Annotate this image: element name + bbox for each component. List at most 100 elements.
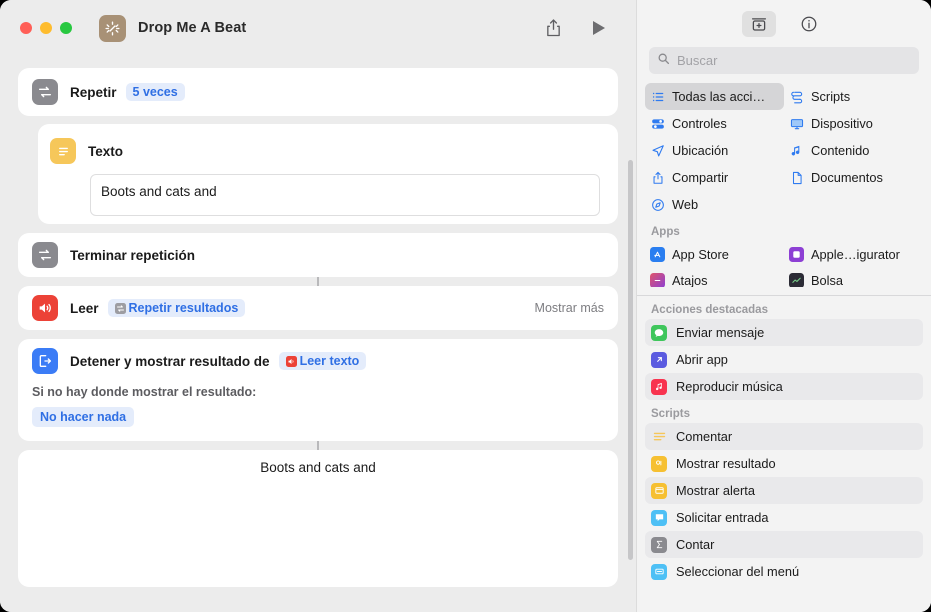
titlebar: Drop Me A Beat xyxy=(0,0,636,56)
action-library-pane: Buscar Todas las acci… Scripts Controles… xyxy=(636,0,931,612)
category-label: Scripts xyxy=(811,89,851,104)
stop-token-label: Leer texto xyxy=(299,354,360,368)
output-preview: Boots and cats and xyxy=(18,450,618,587)
text-input-field[interactable]: Boots and cats and xyxy=(90,174,600,216)
library-item-solicitar-entrada[interactable]: Solicitar entrada xyxy=(645,504,923,531)
app-label: Bolsa xyxy=(811,272,844,288)
library-item-reproducir-musica[interactable]: Reproducir música xyxy=(645,373,923,400)
titlebar-actions xyxy=(545,18,618,38)
display-icon xyxy=(789,116,804,131)
category-label: Todas las acci… xyxy=(672,89,766,104)
repeat-token-icon xyxy=(114,302,126,314)
scripts-icon xyxy=(789,89,804,104)
library-item-comentar[interactable]: Comentar xyxy=(645,423,923,450)
action-end-repeat[interactable]: Terminar repetición xyxy=(18,233,618,277)
app-item-apple-configurator[interactable]: Apple…igurator xyxy=(784,241,923,267)
category-item-documents[interactable]: Documentos xyxy=(784,164,923,191)
minimize-button[interactable] xyxy=(40,22,52,34)
speak-input-token[interactable]: Repetir resultados xyxy=(107,299,246,317)
choose-menu-icon xyxy=(651,563,667,580)
search-container: Buscar xyxy=(637,47,931,74)
editor-pane: Drop Me A Beat Repetir 5 veces Texto Boo… xyxy=(0,0,636,612)
zoom-button[interactable] xyxy=(60,22,72,34)
app-item-app-store[interactable]: App Store xyxy=(645,241,784,267)
apps-list: App Store Apple…igurator Atajos Bolsa xyxy=(637,241,931,287)
library-item-enviar-mensaje[interactable]: Enviar mensaje xyxy=(645,319,923,346)
library-item-label: Mostrar alerta xyxy=(676,483,755,498)
search-icon xyxy=(657,52,670,70)
category-item-share[interactable]: Compartir xyxy=(645,164,784,191)
app-label: Apple…igurator xyxy=(811,246,900,262)
category-item-web[interactable]: Web xyxy=(645,191,784,218)
workflow-actions: Repetir 5 veces Texto Boots and cats and… xyxy=(18,68,618,612)
library-item-mostrar-alerta[interactable]: Mostrar alerta xyxy=(645,477,923,504)
info-circle-icon[interactable] xyxy=(792,11,826,37)
speaker-token-icon xyxy=(285,355,297,367)
editor-scrollbar[interactable] xyxy=(628,160,633,560)
apple-configurator-icon xyxy=(789,246,804,262)
action-stop-label: Detener y mostrar resultado de xyxy=(70,353,270,369)
play-icon[interactable] xyxy=(592,20,606,36)
library-lower-panel: Acciones destacadas Enviar mensaje Abrir… xyxy=(637,295,931,612)
category-label: Controles xyxy=(672,116,727,131)
action-end-repeat-label: Terminar repetición xyxy=(70,247,196,263)
library-toolbar xyxy=(637,0,931,47)
category-item-scripts[interactable]: Scripts xyxy=(784,83,923,110)
category-item-all[interactable]: Todas las acci… xyxy=(645,83,784,110)
library-item-label: Solicitar entrada xyxy=(676,510,769,525)
library-item-contar[interactable]: Contar xyxy=(645,531,923,558)
speaker-icon xyxy=(32,295,58,321)
category-item-device[interactable]: Dispositivo xyxy=(784,110,923,137)
category-label: Compartir xyxy=(672,170,729,185)
library-item-label: Contar xyxy=(676,537,715,552)
action-stop-and-output[interactable]: Detener y mostrar resultado de Leer text… xyxy=(18,339,618,441)
shortcuts-window: Drop Me A Beat Repetir 5 veces Texto Boo… xyxy=(0,0,931,612)
search-input[interactable]: Buscar xyxy=(649,47,919,74)
search-placeholder: Buscar xyxy=(677,53,718,68)
app-item-atajos[interactable]: Atajos xyxy=(645,267,784,287)
library-item-label: Comentar xyxy=(676,429,733,444)
scripts-section-label: Scripts xyxy=(651,408,690,420)
category-item-controls[interactable]: Controles xyxy=(645,110,784,137)
stop-fallback-value[interactable]: No hacer nada xyxy=(32,407,135,427)
music-icon xyxy=(651,378,667,395)
actions-library-icon[interactable] xyxy=(742,10,776,37)
show-more-button[interactable]: Mostrar más xyxy=(535,301,604,315)
library-item-abrir-app[interactable]: Abrir app xyxy=(645,346,923,373)
messages-icon xyxy=(651,324,667,341)
output-preview-text: Boots and cats and xyxy=(260,460,376,475)
comment-icon xyxy=(651,429,667,445)
category-label: Documentos xyxy=(811,170,883,185)
action-repeat-label: Repetir xyxy=(70,84,117,100)
music-note-icon xyxy=(789,143,804,158)
category-label: Ubicación xyxy=(672,143,729,158)
shortcuts-icon xyxy=(650,272,665,287)
stop-input-token[interactable]: Leer texto xyxy=(278,352,367,370)
close-button[interactable] xyxy=(20,22,32,34)
repeat-count-token[interactable]: 5 veces xyxy=(125,83,185,101)
category-item-content[interactable]: Contenido xyxy=(784,137,923,164)
shortcuts-sparkle-icon xyxy=(99,14,126,42)
exit-icon xyxy=(32,348,58,374)
traffic-lights[interactable] xyxy=(20,22,72,34)
action-speak-label: Leer xyxy=(70,300,99,316)
action-text-label: Texto xyxy=(88,143,124,159)
stop-fallback-label: Si no hay donde mostrar el resultado: xyxy=(32,385,257,399)
library-item-label: Mostrar resultado xyxy=(676,456,776,471)
flow-connector xyxy=(317,441,319,450)
speak-token-label: Repetir resultados xyxy=(128,301,239,315)
open-app-icon xyxy=(651,351,667,368)
category-item-location[interactable]: Ubicación xyxy=(645,137,784,164)
action-speak[interactable]: Leer Repetir resultados Mostrar más xyxy=(18,286,618,330)
repeat-icon xyxy=(32,79,58,105)
library-item-label: Reproducir música xyxy=(676,379,783,394)
library-item-mostrar-resultado[interactable]: Mostrar resultado xyxy=(645,450,923,477)
action-text-card[interactable]: Texto Boots and cats and xyxy=(38,124,618,224)
library-item-seleccionar-del-menu[interactable]: Seleccionar del menú xyxy=(645,558,923,585)
show-result-icon xyxy=(651,455,667,472)
app-item-bolsa[interactable]: Bolsa xyxy=(784,267,923,287)
stocks-icon xyxy=(789,272,804,287)
share-icon[interactable] xyxy=(545,18,562,38)
action-repeat[interactable]: Repetir 5 veces xyxy=(18,68,618,116)
safari-icon xyxy=(650,197,665,212)
